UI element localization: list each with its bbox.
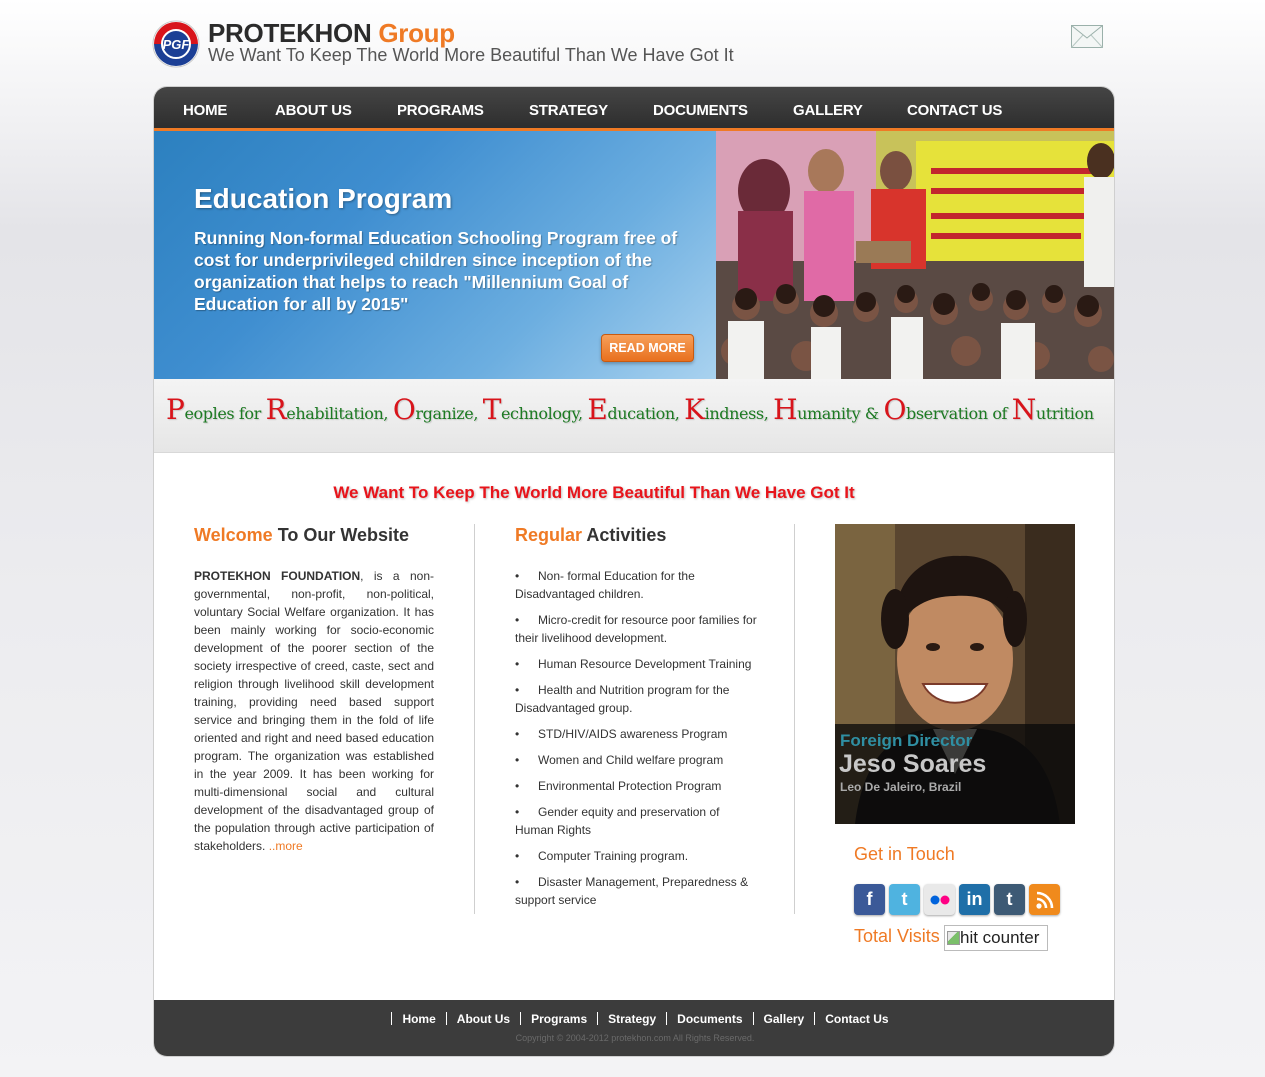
activity-item: Micro-credit for resource poor families … [493,611,760,647]
activity-item: Environmental Protection Program [493,777,760,795]
linkedin-icon[interactable]: in [959,884,990,915]
activity-item: Disaster Management, Preparedness & supp… [493,873,760,909]
nav-home[interactable]: HOME [183,102,227,119]
acronym-letter: H [773,393,798,426]
acronym-word: echnology, [500,404,588,423]
banner-title: Education Program [194,183,453,214]
banner-text-panel: Education Program Running Non-formal Edu… [154,131,716,379]
acronym-banner: Peoples for Rehabilitation, Organize, Te… [154,379,1114,453]
brand-name: PROTEKHON [208,18,372,48]
twitter-glyph: t [901,889,908,909]
footer-link-contact-us[interactable]: Contact Us [825,1012,888,1026]
main-nav: HOME ABOUT US PROGRAMS STRATEGY DOCUMENT… [154,87,1114,131]
rss-icon[interactable] [1029,884,1060,915]
logo-text: PGF [163,37,191,52]
footer-link-gallery[interactable]: Gallery [764,1012,805,1026]
twitter-icon[interactable]: t [889,884,920,915]
director-role: Foreign Director [840,731,973,750]
acronym-letter: N [1011,393,1037,426]
total-visits-label: Total Visits [854,926,940,946]
acronym-letter: O [883,393,906,426]
acronym-letter: O [392,393,416,426]
acronym-letter: R [265,393,287,426]
org-name: PROTEKHON FOUNDATION [194,569,361,583]
activities-heading: Regular Activities [515,525,666,546]
welcome-body: , is a non-governmental, non-profit, non… [194,569,434,853]
activities-heading-highlight: Regular [515,525,583,545]
flickr-dots [930,895,949,904]
header-tagline: We Want To Keep The World More Beautiful… [208,45,734,65]
acronym-word: indness, [704,404,774,423]
acronym-word: utrition [1035,404,1094,423]
broken-image-icon [947,931,960,945]
hit-counter-alt: hit counter [960,928,1040,947]
footer-link-strategy[interactable]: Strategy [608,1012,656,1026]
acronym-word: ducation, [607,404,685,423]
director-card: Foreign Director Jeso Soares Leo De Jale… [835,524,1075,824]
footer: Home About Us Programs Strategy Documents Gal… [154,1000,1114,1056]
column-divider [474,524,475,914]
nav-contact-us[interactable]: CONTACT US [907,102,1002,119]
welcome-heading: Welcome To Our Website [194,525,409,546]
acronym-word: bservation of [906,404,1012,423]
get-in-touch-heading: Get in Touch [854,844,955,864]
welcome-heading-rest: To Our Website [272,525,410,545]
nav-programs[interactable]: PROGRAMS [397,102,484,119]
rss-glyph [1035,891,1053,909]
activity-item: Women and Child welfare program [493,751,760,769]
banner-description: Running Non-formal Education Schooling P… [194,228,678,314]
acronym-letter: P [166,393,185,426]
footer-link-documents[interactable]: Documents [677,1012,742,1026]
activity-item: Gender equity and preservation of Human … [493,803,760,839]
facebook-glyph: f [866,889,873,909]
slogan: We Want To Keep The World More Beautiful… [333,483,855,502]
main-container: HOME ABOUT US PROGRAMS STRATEGY DOCUMENT… [153,86,1115,1057]
nav-gallery[interactable]: GALLERY [793,102,863,119]
hit-counter[interactable]: hit counter [944,925,1048,951]
banner-slider: Education Program Running Non-formal Edu… [154,131,1114,379]
tumblr-glyph: t [1006,889,1013,909]
column-divider [794,524,795,914]
nav-documents[interactable]: DOCUMENTS [653,102,748,119]
activity-item: Computer Training program. [493,847,760,865]
footer-links: Home About Us Programs Strategy Documents Gal… [154,1012,1114,1026]
acronym-word: eoples for [184,404,266,423]
director-name: Jeso Soares [839,750,987,778]
activity-item: Non- formal Education for the Disadvanta… [493,567,760,603]
copyright: Copyright © 2004-2012 protekhon.com All … [515,1033,755,1043]
activity-item: Health and Nutrition program for the Dis… [493,681,760,717]
acronym-text: Peoples for Rehabilitation, Organize, Te… [166,393,1094,426]
director-location: Leo De Jaleiro, Brazil [840,780,962,794]
activity-item: Human Resource Development Training [493,655,760,673]
acronym-word: umanity & [797,404,884,423]
footer-link-home[interactable]: Home [402,1012,435,1026]
acronym-letter: E [587,393,608,426]
acronym-letter: K [684,393,705,426]
tumblr-icon[interactable]: t [994,884,1025,915]
acronym-word: rganize, [415,404,483,423]
read-more-link[interactable]: ..more [269,839,303,853]
welcome-text: PROTEKHON FOUNDATION, is a non-governmen… [194,567,434,855]
linkedin-glyph: in [966,889,983,909]
mail-icon[interactable] [1071,25,1103,48]
footer-link-programs[interactable]: Programs [531,1012,587,1026]
flickr-icon[interactable] [924,884,955,915]
footer-link-about-us[interactable]: About Us [457,1012,510,1026]
nav-about-us[interactable]: ABOUT US [275,102,352,119]
logo-icon[interactable]: PGF [152,20,200,68]
nav-strategy[interactable]: STRATEGY [529,102,608,119]
read-more-button[interactable]: READ MORE [601,334,694,362]
brand-group: Group [378,18,455,48]
facebook-icon[interactable]: f [854,884,885,915]
activity-item: STD/HIV/AIDS awareness Program [493,725,760,743]
acronym-letter: T [482,393,502,426]
acronym-word: ehabilitation, [286,404,393,423]
director-caption: Foreign Director Jeso Soares Leo De Jale… [835,724,1075,824]
activities-heading-rest: Activities [582,525,667,545]
banner-photo [716,131,1114,379]
activities-list: Non- formal Education for the Disadvanta… [493,567,760,917]
welcome-heading-highlight: Welcome [194,525,273,545]
